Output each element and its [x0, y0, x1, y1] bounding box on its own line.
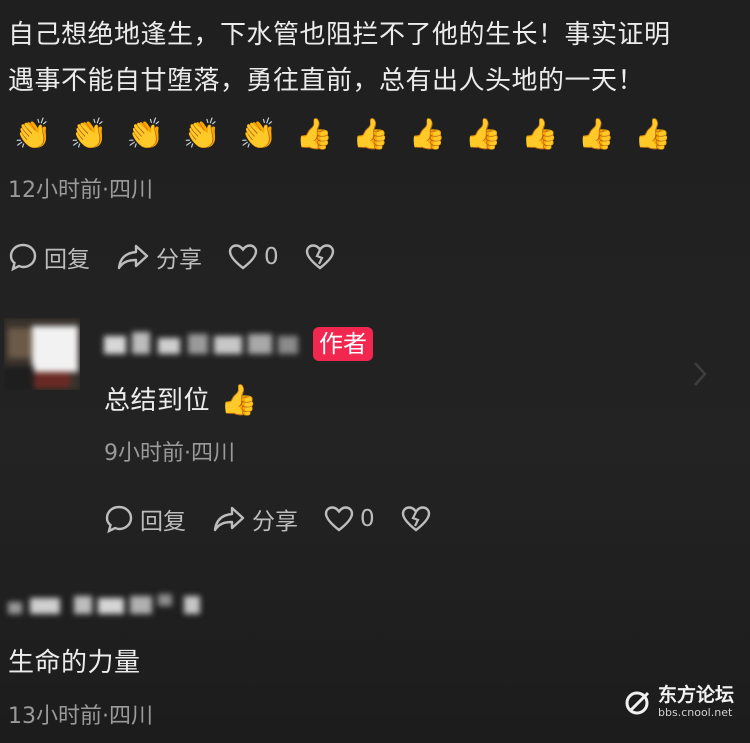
share-label: 分享 — [156, 247, 202, 273]
broken-heart-icon — [401, 506, 430, 532]
share-label: 分享 — [252, 509, 298, 535]
watermark-url: bbs.cnool.net — [658, 706, 733, 719]
clap-emoji: 👏 — [239, 117, 277, 152]
clap-emoji: 👏 — [126, 117, 165, 152]
like-button[interactable]: 0 — [228, 243, 279, 271]
thumbs-up-emoji: 👍 — [633, 117, 672, 152]
clap-emoji: 👏 — [183, 117, 221, 152]
broken-heart-icon — [305, 244, 334, 270]
thumbs-up-emoji: 👍 — [521, 117, 559, 152]
dislike-button[interactable] — [305, 243, 335, 271]
reply-label: 回复 — [44, 247, 90, 273]
like-count: 0 — [264, 244, 279, 270]
reply-button[interactable]: 回复 — [104, 502, 186, 536]
like-count: 0 — [360, 506, 375, 532]
author-name[interactable] — [104, 330, 300, 358]
watermark: 东方论坛 bbs.cnool.net — [624, 686, 734, 718]
thumbs-up-emoji: 👍 — [352, 117, 390, 152]
comment-text: 生命的力量 — [8, 648, 141, 678]
reply-text: 总结到位 👍 — [104, 378, 258, 424]
share-icon — [117, 244, 149, 270]
reply-meta: 9小时前·四川 — [104, 441, 235, 466]
chevron-right-icon[interactable] — [692, 360, 708, 395]
emoji-row: 👏 👏 👏 👏 👏 👍 👍 👍 👍 👍 👍 👍 — [14, 117, 671, 153]
author-badge: 作者 — [313, 327, 373, 361]
comment-text: 自己想绝地逢生，下水管也阻拦不了他的生长！事实证明 遇事不能自甘堕落，勇往直前，… — [8, 12, 748, 104]
comment-line-1: 自己想绝地逢生，下水管也阻拦不了他的生长！事实证明 — [8, 20, 671, 50]
comment-meta: 12小时前·四川 — [8, 178, 153, 203]
comment-actions: 回复 分享 0 — [8, 240, 335, 274]
commenter-name[interactable] — [8, 592, 204, 618]
reply-text-body: 总结到位 — [104, 386, 211, 416]
reply-icon — [105, 505, 133, 534]
watermark-logo-icon — [625, 691, 650, 715]
thumbs-up-emoji: 👍 — [220, 383, 258, 418]
reply-actions: 回复 分享 0 — [104, 502, 431, 536]
watermark-name: 东方论坛 — [658, 684, 735, 706]
reply-button[interactable]: 回复 — [8, 240, 90, 274]
comment-meta: 13小时前·四川 — [8, 704, 153, 729]
share-icon — [213, 506, 245, 532]
like-button[interactable]: 0 — [324, 505, 375, 533]
dislike-button[interactable] — [401, 505, 431, 533]
thumbs-up-emoji: 👍 — [577, 117, 615, 152]
thumbs-up-emoji: 👍 — [464, 117, 503, 152]
heart-icon — [324, 506, 354, 532]
clap-emoji: 👏 — [70, 117, 108, 152]
thumbs-up-emoji: 👍 — [295, 117, 334, 152]
clap-emoji: 👏 — [14, 117, 52, 152]
reply-label: 回复 — [140, 509, 186, 535]
share-button[interactable]: 分享 — [116, 240, 202, 274]
thumbs-up-emoji: 👍 — [408, 117, 446, 152]
reply-icon — [9, 243, 37, 272]
heart-icon — [228, 244, 258, 270]
comment-line-2: 遇事不能自甘堕落，勇往直前，总有出人头地的一天！ — [8, 66, 645, 96]
avatar[interactable] — [4, 318, 80, 390]
share-button[interactable]: 分享 — [212, 502, 298, 536]
